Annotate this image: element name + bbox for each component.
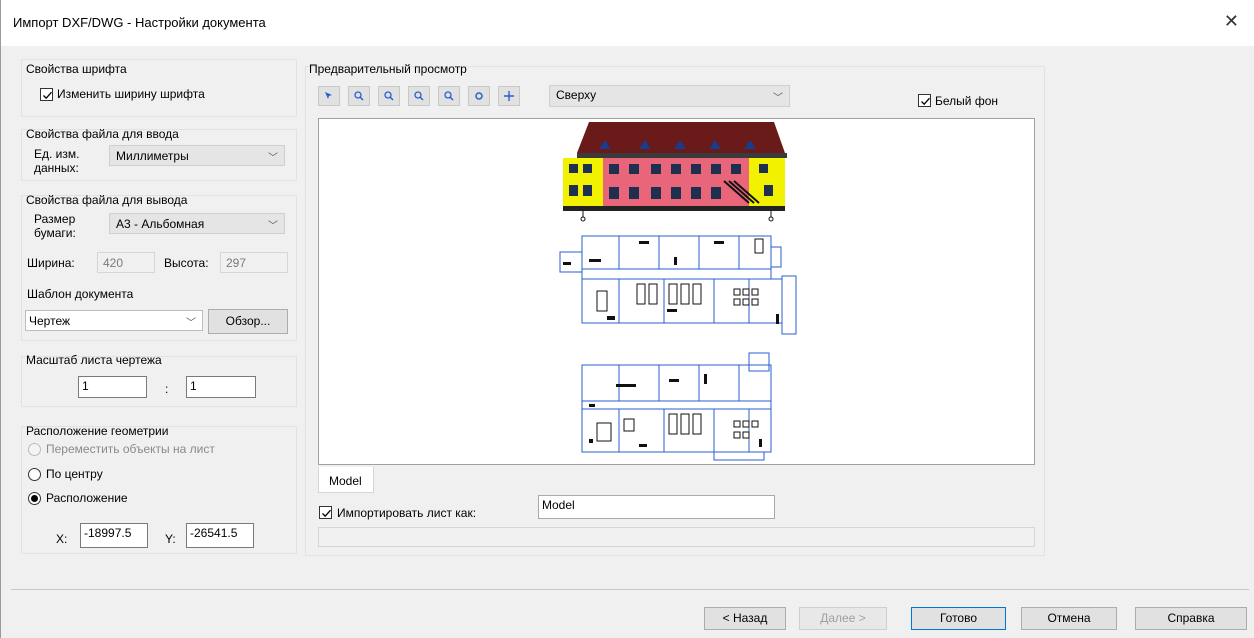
preview-title: Предварительный просмотр — [309, 62, 467, 76]
scale-left-input[interactable]: 1 — [78, 376, 147, 398]
zoom-window-icon[interactable] — [408, 86, 430, 106]
center-label: По центру — [46, 467, 103, 481]
position-radio[interactable] — [28, 492, 41, 505]
x-label: X: — [56, 532, 68, 546]
output-file-title: Свойства файла для вывода — [26, 193, 188, 207]
height-value: 297 — [226, 256, 247, 270]
check-icon — [322, 509, 331, 518]
position-label: Расположение — [46, 491, 128, 505]
template-select[interactable]: Чертеж ﹀ — [25, 310, 203, 331]
drawing-preview[interactable] — [318, 118, 1035, 465]
check-icon — [43, 91, 52, 100]
import-sheet-label: Импортировать лист как: — [337, 506, 477, 520]
floor-plan-2-marks — [589, 374, 762, 447]
y-value: -26541.5 — [190, 526, 238, 540]
scale-right-input[interactable]: 1 — [186, 376, 256, 398]
floor-plan-2 — [581, 352, 772, 461]
window-title: Импорт DXF/DWG - Настройки документа — [13, 15, 266, 30]
chevron-down-icon: ﹀ — [773, 93, 783, 104]
paper-label-line1: Размер — [34, 212, 76, 226]
radio-selected-dot — [31, 495, 38, 502]
view-value: Сверху — [556, 88, 597, 102]
zoom-out-icon[interactable] — [378, 86, 400, 106]
import-sheet-checkbox[interactable] — [319, 506, 332, 519]
tab-model[interactable]: Model — [318, 467, 374, 493]
zoom-in-icon[interactable] — [348, 86, 370, 106]
input-file-title: Свойства файла для ввода — [26, 127, 179, 141]
scale-separator: : — [165, 382, 169, 396]
back-button[interactable]: < Назад — [704, 607, 786, 630]
change-font-width-label: Изменить ширину шрифта — [57, 87, 205, 101]
drawing-preview-image — [559, 122, 797, 461]
chevron-down-icon: ﹀ — [268, 153, 278, 164]
building-facade — [563, 122, 787, 222]
status-strip — [318, 527, 1035, 547]
rotate-icon[interactable] — [468, 86, 490, 106]
floor-plan-1 — [559, 235, 797, 335]
height-label: Высота: — [164, 256, 209, 270]
finish-button[interactable]: Готово — [911, 607, 1006, 630]
footer-separator — [11, 589, 1249, 590]
floor-plan-1-marks — [563, 241, 779, 324]
template-label: Шаблон документа — [27, 287, 134, 301]
pan-icon[interactable] — [498, 86, 520, 106]
check-icon — [921, 97, 930, 106]
geometry-title: Расположение геометрии — [26, 424, 169, 438]
font-properties-title: Свойства шрифта — [26, 62, 127, 76]
x-input[interactable]: -18997.5 — [80, 523, 148, 548]
center-radio[interactable] — [28, 468, 41, 481]
title-bar: Импорт DXF/DWG - Настройки документа ✕ — [1, 0, 1254, 46]
help-button[interactable]: Справка — [1135, 607, 1247, 630]
width-field: 420 — [97, 252, 155, 273]
import-sheet-name-value: Model — [542, 498, 575, 512]
units-value: Миллиметры — [116, 149, 189, 163]
paper-size-value: А3 - Альбомная — [116, 217, 205, 231]
view-select[interactable]: Сверху ﹀ — [549, 85, 790, 107]
paper-label-line2: бумаги: — [34, 226, 76, 240]
y-input[interactable]: -26541.5 — [186, 523, 254, 548]
browse-button[interactable]: Обзор... — [208, 309, 288, 334]
units-label-line1: Ед. изм. — [34, 147, 80, 161]
cancel-button[interactable]: Отмена — [1021, 607, 1117, 630]
move-to-sheet-radio — [28, 443, 41, 456]
units-select[interactable]: Миллиметры ﹀ — [109, 145, 285, 166]
chevron-down-icon: ﹀ — [186, 318, 196, 329]
dialog-window: Импорт DXF/DWG - Настройки документа ✕ С… — [0, 0, 1254, 638]
scale-title: Масштаб листа чертежа — [26, 353, 162, 367]
white-background-label: Белый фон — [935, 94, 998, 108]
width-value: 420 — [103, 256, 124, 270]
y-label: Y: — [165, 532, 176, 546]
x-value: -18997.5 — [84, 526, 132, 540]
import-sheet-name-input[interactable]: Model — [538, 495, 775, 519]
scale-left-value: 1 — [82, 379, 89, 393]
height-field: 297 — [220, 252, 288, 273]
width-label: Ширина: — [27, 256, 75, 270]
next-button[interactable]: Далее > — [799, 607, 887, 630]
scale-right-value: 1 — [190, 379, 197, 393]
units-label-line2: данных: — [34, 161, 79, 175]
white-background-checkbox[interactable] — [918, 94, 931, 107]
paper-size-select[interactable]: А3 - Альбомная ﹀ — [109, 213, 285, 234]
chevron-down-icon: ﹀ — [268, 221, 278, 232]
change-font-width-checkbox[interactable] — [40, 88, 53, 101]
tab-model-label: Model — [329, 474, 362, 488]
move-to-sheet-label: Переместить объекты на лист — [46, 442, 215, 456]
template-value: Чертеж — [29, 314, 71, 328]
close-icon[interactable]: ✕ — [1224, 12, 1239, 30]
zoom-extents-icon[interactable] — [438, 86, 460, 106]
pointer-icon[interactable] — [318, 86, 340, 106]
